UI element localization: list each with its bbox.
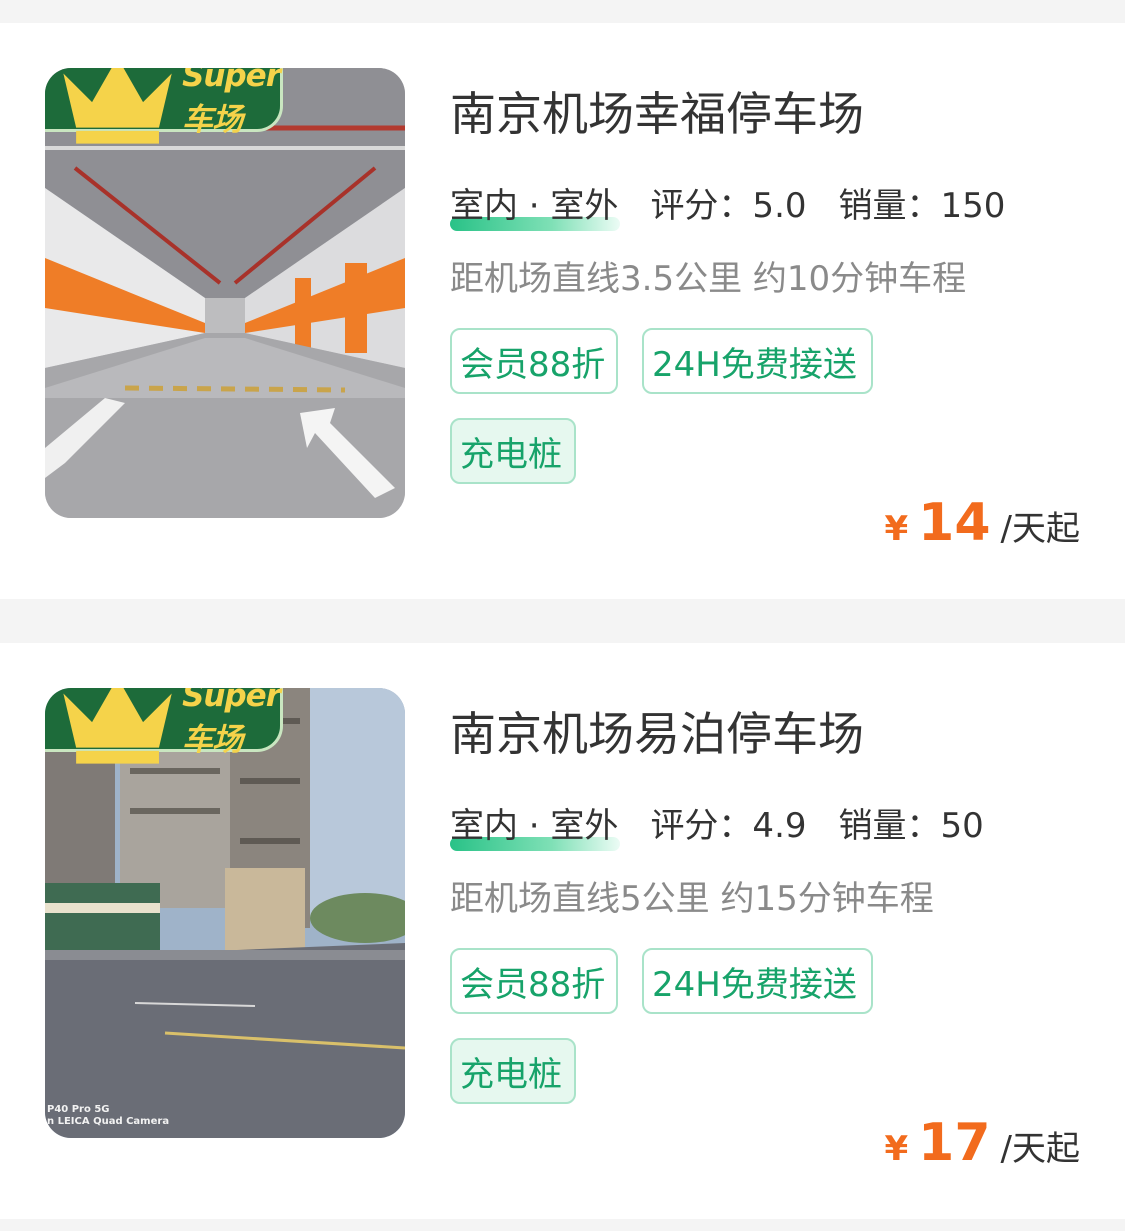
tag-charging-station: 充电桩 <box>450 1038 576 1104</box>
super-parking-badge: Super车场 <box>45 68 283 144</box>
price: ¥ 17 /天起 <box>884 1113 1080 1173</box>
parking-photo[interactable]: Super车场 P40 Pro 5G n LEICA Quad Camera <box>45 688 405 1138</box>
parking-title[interactable]: 南京机场易泊停车场 <box>450 698 864 764</box>
tag-member-discount: 会员88折 <box>450 948 618 1014</box>
parking-list: Super车场 南京机场幸福停车场 室内 · 室外 评分：5.0 销量：150 … <box>0 0 1125 1231</box>
rating-label: 评分：4.9 <box>650 806 807 846</box>
parking-meta: 室内 · 室外 评分：4.9 销量：50 <box>450 798 984 851</box>
rating-label: 评分：5.0 <box>650 186 807 226</box>
distance-text: 距机场直线3.5公里 约10分钟车程 <box>450 259 967 299</box>
crown-icon <box>63 68 172 144</box>
tag-member-discount: 会员88折 <box>450 328 618 394</box>
sales-label: 销量：50 <box>838 806 984 846</box>
tag-free-shuttle: 24H免费接送 <box>642 328 873 394</box>
price-amount: 17 <box>918 1113 991 1173</box>
tag-charging-station: 充电桩 <box>450 418 576 484</box>
currency-symbol: ¥ <box>884 509 909 549</box>
crown-icon <box>63 688 172 764</box>
price: ¥ 14 /天起 <box>884 493 1080 553</box>
sales-label: 销量：150 <box>838 186 1006 226</box>
distance-text: 距机场直线5公里 约15分钟车程 <box>450 879 934 919</box>
tag-free-shuttle: 24H免费接送 <box>642 948 873 1014</box>
indoor-outdoor-label: 室内 · 室外 <box>450 178 621 231</box>
price-unit: /天起 <box>1000 509 1080 549</box>
parking-photo[interactable]: Super车场 <box>45 68 405 518</box>
parking-card[interactable]: Super车场 P40 Pro 5G n LEICA Quad Camera 南… <box>0 643 1125 1219</box>
currency-symbol: ¥ <box>884 1129 909 1169</box>
price-amount: 14 <box>918 493 991 553</box>
badge-text: Super车场 <box>182 68 281 138</box>
parking-meta: 室内 · 室外 评分：5.0 销量：150 <box>450 178 1006 231</box>
parking-card[interactable]: Super车场 南京机场幸福停车场 室内 · 室外 评分：5.0 销量：150 … <box>0 23 1125 599</box>
indoor-outdoor-label: 室内 · 室外 <box>450 798 621 851</box>
photo-watermark: P40 Pro 5G n LEICA Quad Camera <box>47 1104 170 1127</box>
badge-text: Super车场 <box>182 688 281 758</box>
super-parking-badge: Super车场 <box>45 688 283 764</box>
parking-title[interactable]: 南京机场幸福停车场 <box>450 78 864 144</box>
price-unit: /天起 <box>1000 1129 1080 1169</box>
